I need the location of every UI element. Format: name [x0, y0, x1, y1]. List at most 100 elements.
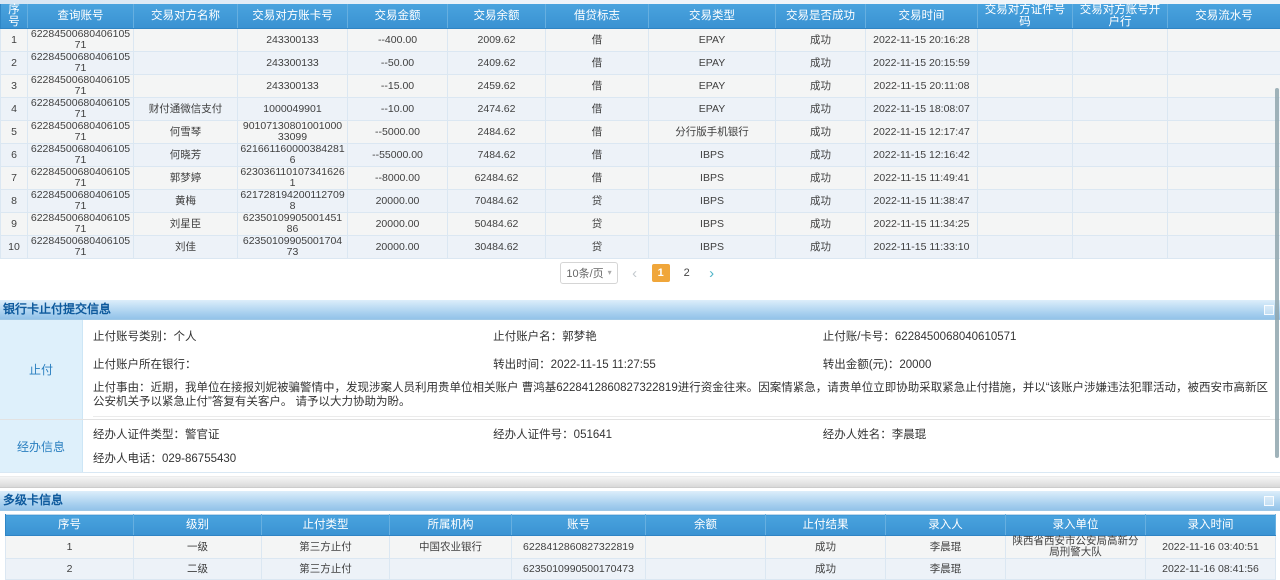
column-header: 序号 — [1, 4, 28, 29]
table-cell: 2022-11-15 12:16:42 — [866, 144, 978, 167]
table-cell: 6230361101073416261 — [238, 167, 348, 190]
vertical-scrollbar[interactable] — [1275, 88, 1279, 458]
table-cell: 70484.62 — [448, 190, 546, 213]
table-cell: IBPS — [649, 190, 776, 213]
table-cell: 成功 — [776, 98, 866, 121]
table-cell: 2022-11-15 18:08:07 — [866, 98, 978, 121]
table-cell: EPAY — [649, 29, 776, 52]
table-cell: --10.00 — [348, 98, 448, 121]
section-divider — [0, 476, 1280, 488]
collapse-icon[interactable] — [1264, 496, 1274, 506]
table-cell: 6 — [1, 144, 28, 167]
table-cell: 第三方止付 — [262, 536, 390, 559]
field-account-name: 止付账户名：郭梦艳 — [493, 328, 823, 344]
table-cell: 30484.62 — [448, 236, 546, 259]
table-cell: 2484.62 — [448, 121, 546, 144]
collapse-icon[interactable] — [1264, 305, 1274, 315]
table-row[interactable]: 36228450068040610571243300133--15.002459… — [1, 75, 1280, 98]
table-cell — [1168, 29, 1280, 52]
next-page-icon[interactable]: › — [704, 266, 720, 281]
table-row[interactable]: 96228450068040610571刘星臣62350109905001451… — [1, 213, 1280, 236]
table-cell: 6228450068040610571 — [28, 75, 134, 98]
table-cell — [1073, 213, 1168, 236]
table-cell — [1168, 98, 1280, 121]
table-cell: EPAY — [649, 98, 776, 121]
table-cell: 成功 — [776, 144, 866, 167]
table-row[interactable]: 26228450068040610571243300133--50.002409… — [1, 52, 1280, 75]
table-cell: 1000049901 — [238, 98, 348, 121]
table-cell: 7484.62 — [448, 144, 546, 167]
table-row[interactable]: 56228450068040610571何雪琴90107130801001000… — [1, 121, 1280, 144]
field-account-type: 止付账号类别：个人 — [93, 328, 493, 344]
table-row[interactable]: 16228450068040610571243300133--400.00200… — [1, 29, 1280, 52]
table-cell — [978, 190, 1073, 213]
table-row[interactable]: 66228450068040610571何晓芳62166116000038428… — [1, 144, 1280, 167]
table-cell — [1168, 167, 1280, 190]
page-size-label: 10条/页 — [566, 265, 603, 281]
table-cell: 6228450068040610571 — [28, 121, 134, 144]
table-cell: 成功 — [776, 29, 866, 52]
table-cell: --8000.00 — [348, 167, 448, 190]
table-cell — [134, 29, 238, 52]
table-cell: 62484.62 — [448, 167, 546, 190]
field-handler-id-number: 经办人证件号：051641 — [493, 426, 823, 442]
column-header: 止付结果 — [766, 515, 886, 536]
table-cell: 20000.00 — [348, 236, 448, 259]
table-row[interactable]: 106228450068040610571刘佳62350109905001704… — [1, 236, 1280, 259]
table-cell: EPAY — [649, 52, 776, 75]
column-header: 止付类型 — [262, 515, 390, 536]
field-handler-id-type: 经办人证件类型：警官证 — [93, 426, 493, 442]
table-cell — [1073, 29, 1168, 52]
table-row[interactable]: 1一级第三方止付中国农业银行6228412860827322819成功李晨琨陕西… — [6, 536, 1276, 559]
table-cell: 9 — [1, 213, 28, 236]
column-header: 余额 — [646, 515, 766, 536]
column-header: 交易余额 — [448, 4, 546, 29]
table-cell — [134, 75, 238, 98]
table-cell: 2022-11-16 08:41:56 — [1146, 559, 1276, 580]
table-cell: 中国农业银行 — [390, 536, 512, 559]
table-cell: 2022-11-15 20:11:08 — [866, 75, 978, 98]
multi-card-section-title: 多级卡信息 — [3, 493, 63, 507]
table-cell — [646, 536, 766, 559]
table-cell: 何雪琴 — [134, 121, 238, 144]
table-cell: 9010713080100100033099 — [238, 121, 348, 144]
pagination: 10条/页 ▾ ‹ 1 2 › — [0, 259, 1280, 287]
table-cell: 成功 — [776, 236, 866, 259]
transactions-table: 序号查询账号交易对方名称交易对方账卡号交易金额交易余额借贷标志交易类型交易是否成… — [0, 4, 1280, 259]
table-cell — [1073, 52, 1168, 75]
table-row[interactable]: 86228450068040610571黄梅621728194200112709… — [1, 190, 1280, 213]
table-cell — [1168, 144, 1280, 167]
table-cell: 借 — [546, 75, 649, 98]
table-cell: 243300133 — [238, 29, 348, 52]
table-row[interactable]: 2二级第三方止付6235010990500170473成功李晨琨2022-11-… — [6, 559, 1276, 580]
multi-card-table-body: 1一级第三方止付中国农业银行6228412860827322819成功李晨琨陕西… — [6, 536, 1276, 580]
table-cell: 分行版手机银行 — [649, 121, 776, 144]
page-button-1[interactable]: 1 — [652, 264, 670, 282]
table-cell: 成功 — [766, 536, 886, 559]
table-cell: 6228450068040610571 — [28, 29, 134, 52]
table-cell: 成功 — [776, 75, 866, 98]
prev-page-icon[interactable]: ‹ — [627, 266, 643, 281]
table-row[interactable]: 76228450068040610571郭梦婷62303611010734162… — [1, 167, 1280, 190]
column-header: 借贷标志 — [546, 4, 649, 29]
table-row[interactable]: 46228450068040610571财付通微信支付1000049901--1… — [1, 98, 1280, 121]
table-cell — [646, 559, 766, 580]
page-size-select[interactable]: 10条/页 ▾ — [560, 262, 617, 284]
table-cell — [1168, 236, 1280, 259]
table-cell: 243300133 — [238, 52, 348, 75]
page-button-2[interactable]: 2 — [679, 264, 695, 282]
column-header: 录入人 — [886, 515, 1006, 536]
table-cell: 成功 — [776, 213, 866, 236]
table-cell: 借 — [546, 98, 649, 121]
table-cell: 6228450068040610571 — [28, 236, 134, 259]
table-cell: 2022-11-16 03:40:51 — [1146, 536, 1276, 559]
table-cell: 二级 — [134, 559, 262, 580]
table-cell: --55000.00 — [348, 144, 448, 167]
table-cell: 2409.62 — [448, 52, 546, 75]
stop-payment-section-header: 银行卡止付提交信息 — [0, 299, 1280, 320]
chevron-down-icon: ▾ — [608, 269, 612, 277]
table-cell — [978, 167, 1073, 190]
table-cell: 贷 — [546, 236, 649, 259]
table-cell: 6228450068040610571 — [28, 98, 134, 121]
column-header: 交易流水号 — [1168, 4, 1280, 29]
